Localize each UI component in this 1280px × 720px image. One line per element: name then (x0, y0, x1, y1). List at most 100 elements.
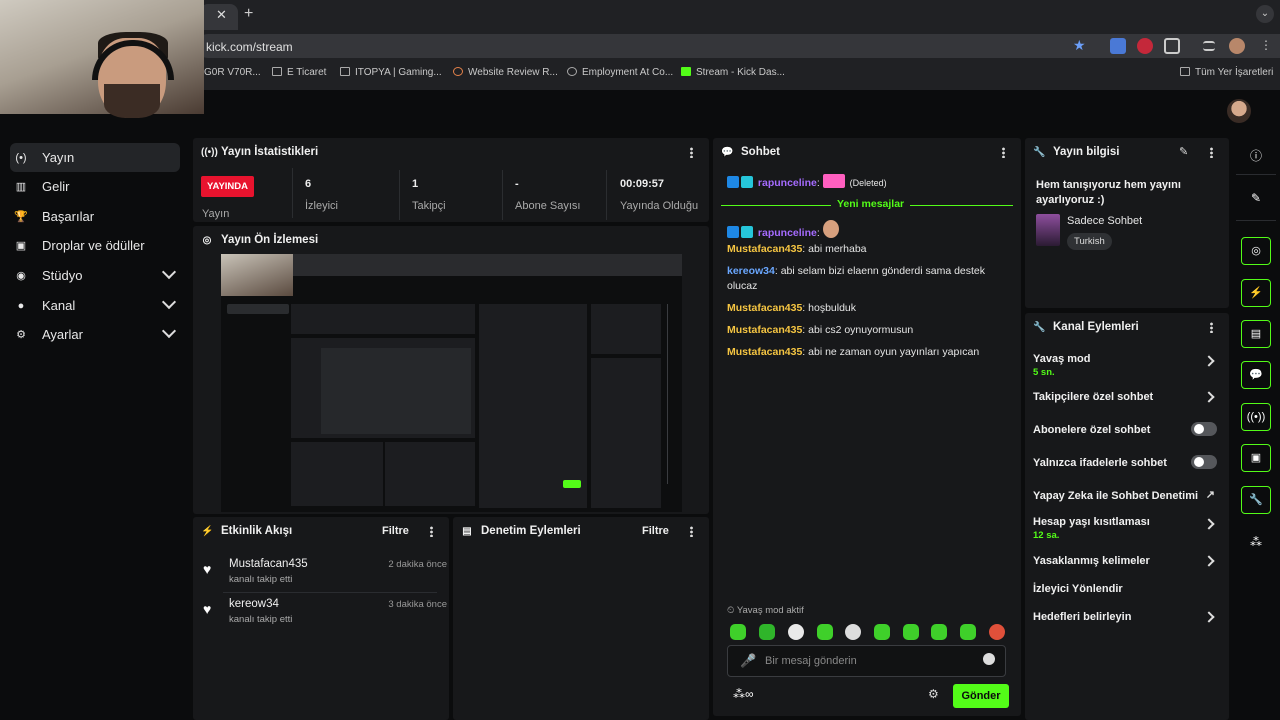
stream-preview-video[interactable] (221, 254, 682, 512)
emote-icon[interactable] (759, 624, 775, 640)
edit-icon[interactable]: ✎ (1179, 145, 1188, 158)
microphone-icon[interactable]: 🎤 (740, 653, 756, 669)
stream-tag[interactable]: Turkish (1067, 233, 1112, 250)
setting-raid[interactable]: İzleyici Yönlendir (1033, 583, 1221, 595)
emote-icon[interactable] (989, 624, 1005, 640)
document-toggle-icon[interactable]: ▤ (1241, 320, 1271, 348)
sidebar-item-label: Gelir (42, 179, 70, 194)
chat-username[interactable]: kereow34 (727, 265, 775, 277)
sidebar-item-ayarlar[interactable]: ⚙ Ayarlar (10, 320, 180, 349)
subscribers-only-toggle[interactable] (1191, 422, 1217, 436)
pencil-icon[interactable]: ✎ (1241, 184, 1271, 212)
sidebar-item-studyo[interactable]: ◉ Stüdyo (10, 261, 180, 290)
emote-icon[interactable] (960, 624, 976, 640)
chat-message-deleted: rapunceline: (Deleted) (727, 174, 1007, 191)
chat-settings-icon[interactable]: ⚙ (928, 687, 939, 701)
sidebar-item-droplar[interactable]: ▣ Droplar ve ödüller (10, 231, 180, 260)
setting-value: 5 sn. (1033, 367, 1055, 378)
chevron-down-icon (161, 294, 177, 310)
chat-username[interactable]: Mustafacan435 (727, 324, 802, 336)
chat-text: abi merhaba (808, 243, 867, 255)
setting-goals[interactable]: Hedefleri belirleyin (1033, 611, 1221, 623)
emote-icon[interactable] (874, 624, 890, 640)
chat-username[interactable]: rapunceline (758, 227, 817, 239)
wrench-toggle-icon[interactable]: 🔧 (1241, 486, 1271, 514)
kick-points-rail-icon[interactable]: ⁂ (1241, 528, 1271, 556)
more-options-icon[interactable] (1210, 147, 1213, 158)
setting-followers-only[interactable]: Takipçilere özel sohbet (1033, 391, 1221, 403)
activity-feed-panel: ⚡ Etkinlik Akışı Filtre ♥ Mustafacan435 k… (193, 517, 449, 720)
tab-search-icon[interactable]: ⌄ (1256, 5, 1274, 23)
emoji-icon[interactable] (983, 653, 995, 665)
user-avatar[interactable] (1227, 99, 1251, 123)
chat-username[interactable]: rapunceline (758, 177, 817, 189)
more-options-icon[interactable] (690, 526, 693, 537)
activity-user[interactable]: Mustafacan435 (229, 558, 308, 570)
media-icon[interactable] (1203, 41, 1215, 51)
category-thumbnail[interactable] (1036, 214, 1060, 246)
emote-icon[interactable] (788, 624, 804, 640)
send-button[interactable]: Gönder (953, 684, 1009, 708)
bookmark[interactable]: Employment At Co... (567, 67, 673, 78)
sidebar-item-yayin[interactable]: (•) Yayın (10, 143, 180, 172)
emotes-only-toggle[interactable] (1191, 455, 1217, 469)
chevron-down-icon (161, 264, 177, 280)
extensions-icon[interactable] (1164, 38, 1180, 54)
stream-icon: (•) (15, 151, 27, 164)
chat-username[interactable]: Mustafacan435 (727, 302, 802, 314)
chat-input-placeholder[interactable]: Bir mesaj gönderin (765, 655, 857, 667)
activity-filter-button[interactable]: Filtre (382, 525, 409, 537)
setting-banned-words[interactable]: Yasaklanmış kelimeler (1033, 555, 1221, 567)
chevron-down-icon (161, 323, 177, 339)
setting-account-age[interactable]: Hesap yaşı kısıtlaması 12 sa. (1033, 516, 1221, 541)
emote-face-icon (822, 220, 839, 238)
chat-toggle-icon[interactable]: 💬 (1241, 361, 1271, 389)
sidebar-item-basarilar[interactable]: 🏆 Başarılar (10, 202, 180, 231)
chat-username[interactable]: Mustafacan435 (727, 346, 802, 358)
bookmark[interactable]: Website Review R... (453, 67, 558, 78)
panel-title: Yayın bilgisi (1053, 146, 1120, 158)
info-icon[interactable]: ⓘ (1241, 142, 1271, 170)
record-ext-icon[interactable] (1137, 38, 1153, 54)
chat-input-box[interactable]: 🎤 Bir mesaj gönderin (727, 645, 1006, 677)
url-text[interactable]: kick.com/stream (206, 40, 293, 54)
more-options-icon[interactable] (430, 526, 433, 537)
moderation-filter-button[interactable]: Filtre (642, 525, 669, 537)
bolt-toggle-icon[interactable]: ⚡ (1241, 279, 1271, 307)
layout-toggle-icon[interactable]: ▣ (1241, 444, 1271, 472)
kick-points-icon[interactable]: ⁂∞ (733, 687, 754, 701)
activity-user[interactable]: kereow34 (229, 598, 279, 610)
broadcast-toggle-icon[interactable]: ((•)) (1241, 403, 1271, 431)
bookmark-label: Website Review R... (468, 67, 558, 78)
stream-category[interactable]: Sadece Sohbet (1067, 215, 1142, 227)
bookmark-folder[interactable]: E Ticaret (272, 67, 326, 78)
setting-ai-moderation[interactable]: Yapay Zeka ile Sohbet Denetimi ↗ (1033, 489, 1221, 502)
emote-icon[interactable] (931, 624, 947, 640)
bookmark[interactable]: ITOPYA | Gaming... (340, 67, 442, 78)
bookmark-star-icon[interactable]: ★ (1073, 37, 1086, 54)
sidebar-item-gelir[interactable]: ▥ Gelir (10, 172, 180, 201)
close-tab-icon[interactable]: ✕ (216, 7, 227, 23)
new-tab-icon[interactable]: + (244, 5, 253, 23)
all-bookmarks[interactable]: Tüm Yer İşaretleri (1180, 67, 1273, 78)
bookmark[interactable]: Stream - Kick Das... (681, 67, 785, 78)
chat-username[interactable]: Mustafacan435 (727, 243, 802, 255)
browser-menu-icon[interactable]: ⋮ (1260, 38, 1272, 52)
more-options-icon[interactable] (690, 147, 693, 158)
translate-ext-icon[interactable] (1110, 38, 1126, 54)
emote-icon[interactable] (730, 624, 746, 640)
profile-avatar[interactable] (1229, 38, 1245, 54)
preview-toggle-icon[interactable]: ◎ (1241, 237, 1271, 265)
emote-icon[interactable] (817, 624, 833, 640)
emote-icon[interactable] (845, 624, 861, 640)
badge-icon (727, 176, 739, 188)
more-options-icon[interactable] (1210, 322, 1213, 333)
emote-icon[interactable] (903, 624, 919, 640)
panel-header: ((•)) Yayın İstatistikleri (193, 138, 709, 166)
setting-slow-mode[interactable]: Yavaş mod 5 sn. (1033, 353, 1221, 378)
itopya-icon (340, 67, 350, 76)
sidebar-item-kanal[interactable]: ● Kanal (10, 291, 180, 320)
bookmark[interactable]: G0R V70R... (204, 67, 261, 78)
chat-text: hoşbulduk (808, 302, 857, 314)
more-options-icon[interactable] (1002, 147, 1005, 158)
